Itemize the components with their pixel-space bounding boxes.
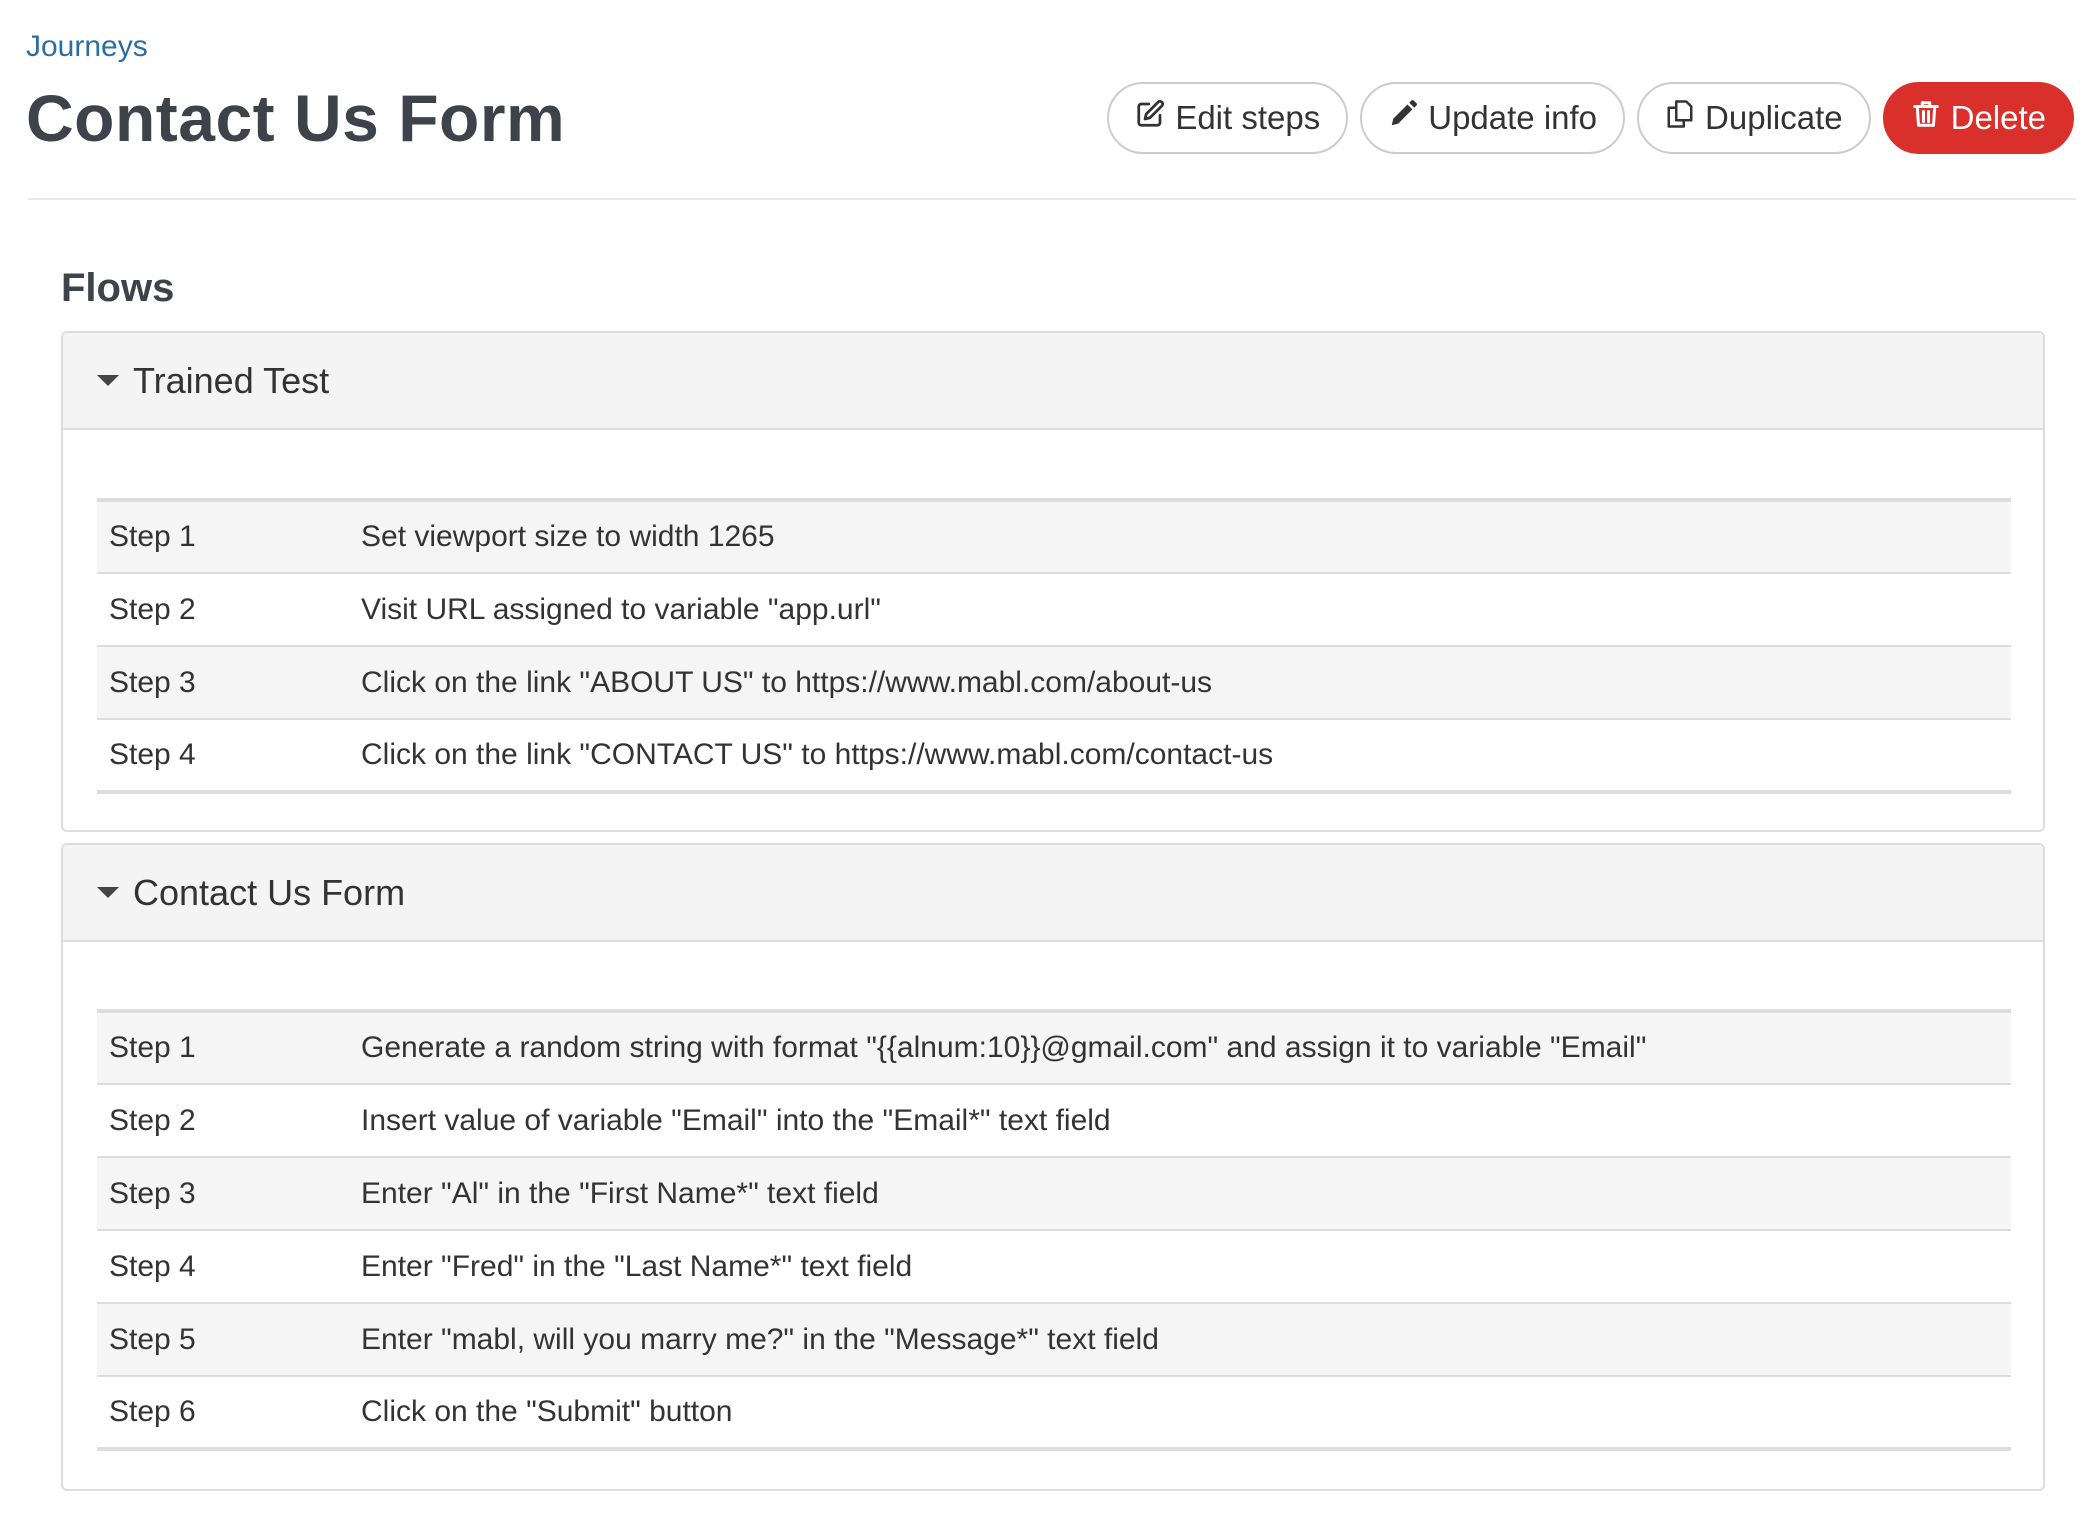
- flow-panel-header[interactable]: Trained Test: [63, 333, 2043, 430]
- table-row: Step 2 Visit URL assigned to variable "a…: [97, 572, 2011, 646]
- step-label: Step 1: [109, 1031, 196, 1064]
- step-label: Step 4: [97, 718, 361, 792]
- delete-label: Delete: [1950, 99, 2046, 136]
- steps-list: Step 1 Set viewport size to width 1265 S…: [97, 498, 2011, 794]
- caret-down-icon[interactable]: [97, 887, 119, 898]
- edit-steps-label: Edit steps: [1175, 99, 1321, 136]
- table-row: Step 6 Click on the "Submit" button: [97, 1375, 2011, 1449]
- table-row: Step 2 Insert value of variable "Email" …: [97, 1083, 2011, 1157]
- flow-panel-trained-test: Trained Test Step 1 Set viewport size to…: [61, 331, 2045, 832]
- step-label: Step 5: [97, 1302, 361, 1376]
- copy-icon: [1665, 99, 1695, 137]
- step-description: Generate a random string with format "{{…: [361, 1031, 1647, 1064]
- breadcrumb-journeys-link[interactable]: Journeys: [26, 30, 148, 64]
- pencil-icon: [1388, 99, 1418, 137]
- page-title: Contact Us Form: [26, 81, 566, 155]
- step-description: Click on the "Submit" button: [361, 1375, 2011, 1449]
- journey-actions: Edit steps Update info Duplicate Delete: [1107, 82, 2074, 154]
- step-label: Step 4: [97, 1229, 361, 1303]
- caret-down-icon[interactable]: [97, 375, 119, 386]
- step-label: Step 2: [97, 1083, 361, 1157]
- step-description: Set viewport size to width 1265: [361, 520, 775, 553]
- flows-heading: Flows: [61, 266, 175, 310]
- table-row: Step 1 Set viewport size to width 1265: [97, 500, 2011, 573]
- edit-steps-button[interactable]: Edit steps: [1107, 82, 1349, 154]
- steps-table: Step 1 Set viewport size to width 1265 S…: [97, 498, 2011, 794]
- step-label: Step 3: [97, 1156, 361, 1230]
- step-description: Click on the link "CONTACT US" to https:…: [361, 718, 2011, 792]
- duplicate-label: Duplicate: [1705, 99, 1843, 136]
- flow-title: Trained Test: [133, 359, 330, 401]
- step-label: Step 3: [97, 645, 361, 719]
- table-row: Step 1 Generate a random string with for…: [97, 1011, 2011, 1084]
- delete-button[interactable]: Delete: [1882, 82, 2074, 154]
- header-divider: [28, 198, 2076, 200]
- step-description: Click on the link "ABOUT US" to https://…: [361, 645, 2011, 719]
- step-label: Step 2: [97, 572, 361, 646]
- step-description: Enter "mabl, will you marry me?" in the …: [361, 1302, 2011, 1376]
- step-description: Insert value of variable "Email" into th…: [361, 1083, 2011, 1157]
- step-label: Step 1: [109, 520, 196, 553]
- step-description: Visit URL assigned to variable "app.url": [361, 572, 2011, 646]
- flow-panel-header[interactable]: Contact Us Form: [63, 845, 2043, 942]
- table-row: Step 4 Click on the link "CONTACT US" to…: [97, 718, 2011, 792]
- step-label: Step 6: [97, 1375, 361, 1449]
- table-row: Step 5 Enter "mabl, will you marry me?" …: [97, 1302, 2011, 1376]
- step-description: Enter "Fred" in the "Last Name*" text fi…: [361, 1229, 2011, 1303]
- flow-title: Contact Us Form: [133, 871, 406, 913]
- steps-table: Step 1 Generate a random string with for…: [97, 1009, 2011, 1451]
- table-row: Step 3 Click on the link "ABOUT US" to h…: [97, 645, 2011, 719]
- step-description: Enter "Al" in the "First Name*" text fie…: [361, 1156, 2011, 1230]
- trash-icon: [1911, 99, 1941, 137]
- duplicate-button[interactable]: Duplicate: [1637, 82, 1871, 154]
- steps-list: Step 1 Generate a random string with for…: [97, 1009, 2011, 1451]
- table-row: Step 3 Enter "Al" in the "First Name*" t…: [97, 1156, 2011, 1230]
- update-info-label: Update info: [1428, 99, 1598, 136]
- edit-icon: [1135, 99, 1165, 137]
- flow-panel-contact-us-form: Contact Us Form Step 1 Generate a random…: [61, 843, 2045, 1491]
- update-info-button[interactable]: Update info: [1360, 82, 1626, 154]
- table-row: Step 4 Enter "Fred" in the "Last Name*" …: [97, 1229, 2011, 1303]
